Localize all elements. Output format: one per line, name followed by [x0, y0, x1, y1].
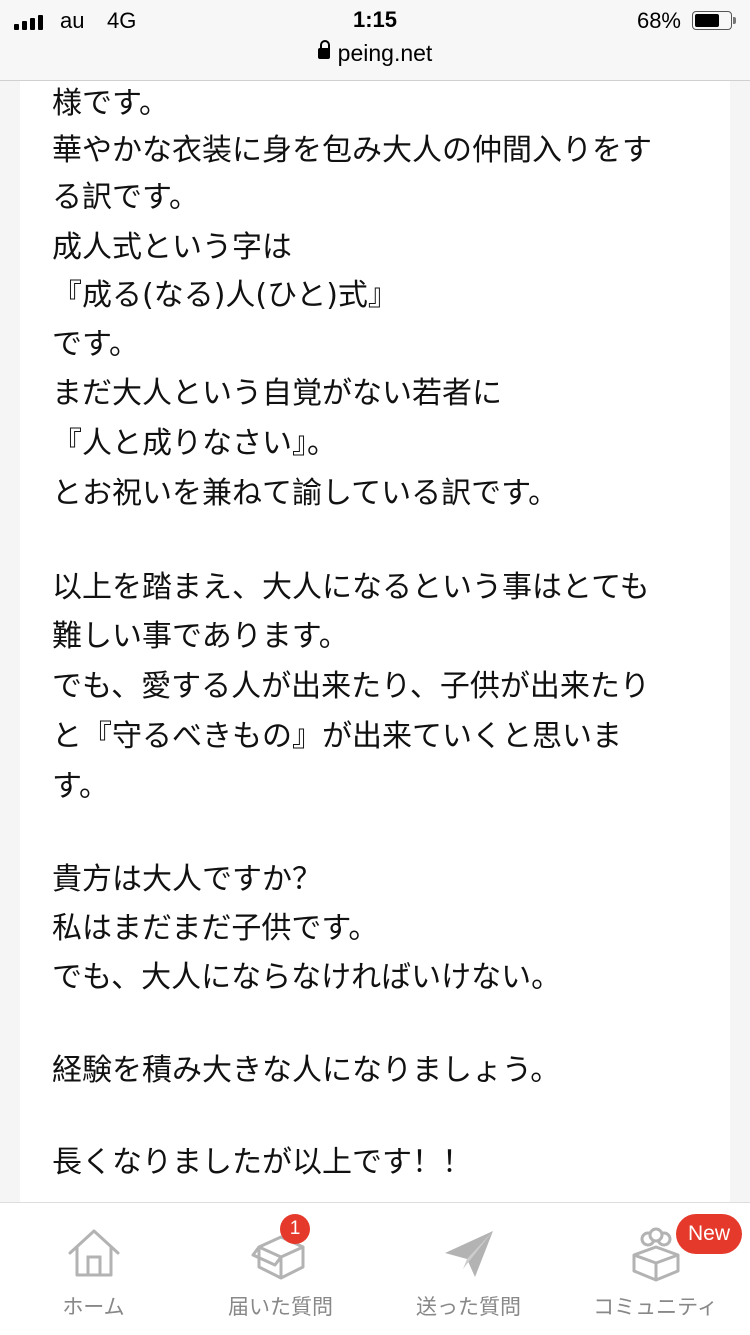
url-text[interactable]: peing.net — [338, 40, 433, 66]
answer-line: 私はまだまだ子供です。 — [52, 911, 379, 946]
nav-label-home: ホーム — [62, 1295, 125, 1319]
address-bar[interactable]: peing.net — [0, 40, 750, 81]
home-icon — [68, 1229, 119, 1277]
nav-label-community: コミュニティ — [593, 1295, 718, 1319]
nav-label-sent-questions: 送った質問 — [416, 1295, 521, 1319]
answer-card: 様です。 華やかな衣装に身を包み大人の仲間入りをす る訳です。 成人式という字は… — [20, 81, 730, 1202]
battery-percentage: 68% — [636, 8, 681, 33]
answer-line: でも、愛する人が出来たり、子供が出来たり — [52, 669, 650, 704]
battery-icon — [692, 11, 736, 30]
answer-line: 華やかな衣装に身を包み大人の仲間入りをす — [52, 133, 652, 168]
answer-line: 『人と成りなさい』。 — [52, 426, 337, 461]
answer-line: 成人式という字は — [52, 230, 292, 265]
answer-line: でも、大人にならなければいけない。 — [52, 960, 562, 995]
bottom-navigation: ホーム 届いた質問 送った質問 コミュニティ 1 New — [0, 1202, 750, 1335]
answer-line: 様です。 — [52, 86, 169, 121]
nav-label-received-questions: 届いた質問 — [228, 1295, 333, 1319]
lock-icon — [317, 40, 330, 62]
answer-line: まだ大人という自覚がない若者に — [52, 376, 502, 411]
answer-line: 経験を積み大きな人になりましょう。 — [52, 1053, 561, 1088]
answer-line: る訳です。 — [52, 180, 199, 215]
answer-line: とお祝いを兼ねて諭している訳です。 — [52, 476, 559, 511]
answer-line: と『守るべきもの』が出来ていくと思いま — [52, 719, 622, 754]
status-bar: au 4G 1:15 68% — [0, 0, 750, 40]
answer-content: 様です。 華やかな衣装に身を包み大人の仲間入りをす る訳です。 成人式という字は… — [0, 81, 750, 1202]
answer-line: 長くなりましたが以上です！！ — [52, 1145, 472, 1180]
answer-line: す。 — [52, 769, 109, 804]
paper-plane-icon — [444, 1231, 493, 1277]
answer-line: です。 — [52, 327, 139, 362]
community-new-badge: New — [676, 1214, 742, 1254]
answer-line: 以上を踏まえ、大人になるという事はとても — [52, 570, 650, 605]
answer-line: 難しい事であります。 — [52, 619, 349, 654]
answer-line: 貴方は大人ですか？ — [52, 862, 322, 897]
nav-item-sent-questions[interactable]: 送った質問 — [375, 1203, 562, 1335]
answer-line: 『成る(なる)人(ひと)式』 — [52, 278, 398, 313]
nav-item-home[interactable]: ホーム — [0, 1203, 187, 1335]
received-questions-badge: 1 — [280, 1214, 310, 1244]
